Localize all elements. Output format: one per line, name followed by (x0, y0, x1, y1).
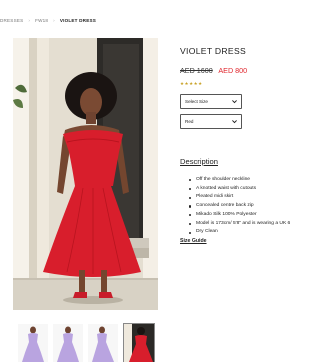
description-heading[interactable]: Description (180, 157, 218, 166)
description-item: Dry Clean (189, 228, 290, 237)
description-item: Concealed centre back zip (189, 202, 290, 211)
color-select-value: Red (185, 119, 194, 124)
color-select[interactable]: Red (180, 114, 242, 129)
original-price: AED 1600 (180, 66, 213, 75)
breadcrumb-separator: › (53, 18, 55, 23)
breadcrumb-dresses[interactable]: DRESSES (0, 18, 23, 23)
thumbnail-image (18, 324, 48, 362)
thumbnail-image (124, 324, 154, 362)
thumbnail-3[interactable] (88, 324, 118, 362)
rating-stars[interactable]: ★★★★★ (180, 81, 203, 87)
description-item: A knotted waist with cutouts (189, 185, 290, 194)
thumbnail-1[interactable] (18, 324, 48, 362)
breadcrumb-fw18[interactable]: FW18 (35, 18, 48, 23)
description-item: Model is 173cm/ 5'8" and is wearing a UK… (189, 220, 290, 229)
thumbnail-image (53, 324, 83, 362)
main-product-photo[interactable] (13, 38, 158, 310)
description-item: Off the shoulder neckline (189, 176, 290, 185)
size-select[interactable]: Select Size (180, 94, 242, 109)
size-guide-link[interactable]: Size Guide (180, 238, 207, 244)
breadcrumb-current: VIOLET DRESS (59, 18, 96, 23)
description-item: Pleated midi skirt (189, 193, 290, 202)
sale-price: AED 800 (218, 66, 248, 75)
thumbnail-image (88, 324, 118, 362)
description-list: Off the shoulder neckline A knotted wais… (189, 176, 290, 237)
breadcrumb-separator: › (28, 18, 31, 23)
price-block: AED 1600 AED 800 (180, 66, 247, 75)
breadcrumb: DRESSES › FW18 › VIOLET DRESS (0, 18, 96, 23)
model-photo-image (13, 38, 158, 310)
thumbnail-4-active[interactable] (123, 323, 155, 362)
product-title: VIOLET DRESS (180, 46, 247, 56)
chevron-down-icon (232, 120, 237, 124)
description-item: Mikado Silk 100% Polyester (189, 211, 290, 220)
chevron-down-icon (232, 100, 237, 104)
size-select-value: Select Size (185, 99, 208, 104)
thumbnail-2[interactable] (53, 324, 83, 362)
